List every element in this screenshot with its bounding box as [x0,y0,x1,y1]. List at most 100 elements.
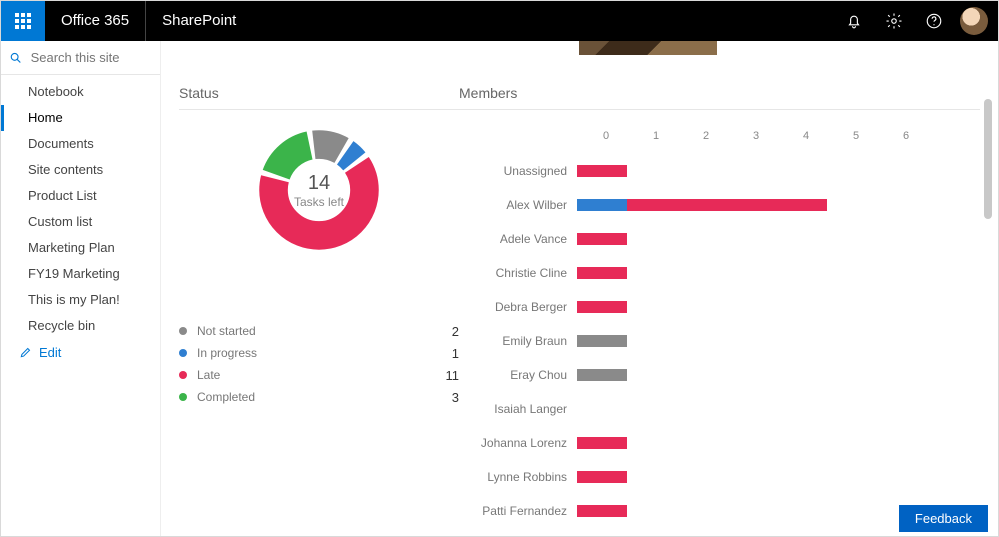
member-name: Lynne Robbins [459,470,577,484]
member-bars [577,233,980,245]
member-bars [577,437,980,449]
panels: Status 14 Tasks left Not started2In prog… [179,85,980,528]
help-button[interactable] [914,1,954,41]
pencil-icon [19,345,33,359]
member-bar-segment [577,369,627,381]
nav-item[interactable]: FY19 Marketing [1,261,160,287]
axis-tick: 4 [781,130,831,142]
legend-dot [179,327,187,335]
nav-item[interactable]: Site contents [1,157,160,183]
notifications-button[interactable] [834,1,874,41]
axis-tick: 3 [731,130,781,142]
member-name: Alex Wilber [459,198,577,212]
member-name: Debra Berger [459,300,577,314]
axis-tick: 1 [631,130,681,142]
member-bar-segment [577,437,627,449]
legend-label: Not started [197,324,435,338]
nav-item[interactable]: Custom list [1,209,160,235]
member-bar-segment [577,301,627,313]
page-body: NotebookHomeDocumentsSite contentsProduc… [1,41,998,536]
member-row: Isaiah Langer [459,392,980,426]
member-bar-segment [627,199,827,211]
member-name: Adele Vance [459,232,577,246]
legend-value: 3 [435,390,459,405]
legend-row: Completed3 [179,386,459,408]
member-bars [577,335,980,347]
nav-item[interactable]: Documents [1,131,160,157]
legend-value: 1 [435,346,459,361]
donut-label: Tasks left [294,195,344,209]
legend-row: Not started2 [179,320,459,342]
status-legend: Not started2In progress1Late11Completed3 [179,320,459,408]
app-launcher-button[interactable] [1,1,45,41]
members-panel: Members 0123456 UnassignedAlex WilberAde… [459,85,980,528]
member-bars [577,267,980,279]
status-donut-wrap: 14 Tasks left [179,130,459,250]
nav-item[interactable]: Recycle bin [1,313,160,339]
legend-dot [179,371,187,379]
nav-item[interactable]: Notebook [1,79,160,105]
member-row: Adele Vance [459,222,980,256]
axis-tick: 0 [581,130,631,142]
nav-edit-button[interactable]: Edit [1,339,160,365]
suite-header: Office 365 SharePoint [1,1,998,41]
member-name: Christie Cline [459,266,577,280]
waffle-icon [15,13,31,29]
site-nav: NotebookHomeDocumentsSite contentsProduc… [1,75,160,365]
member-name: Eray Chou [459,368,577,382]
member-row: Emily Braun [459,324,980,358]
app-label[interactable]: SharePoint [146,1,252,41]
gear-icon [885,12,903,30]
member-bars [577,165,980,177]
member-row: Eray Chou [459,358,980,392]
members-rows: UnassignedAlex WilberAdele VanceChristie… [459,154,980,528]
bell-icon [845,12,863,30]
scrollbar-thumb[interactable] [984,99,992,219]
nav-item[interactable]: Marketing Plan [1,235,160,261]
member-name: Patti Fernandez [459,504,577,518]
legend-label: Completed [197,390,435,404]
member-name: Johanna Lorenz [459,436,577,450]
member-bars [577,403,980,415]
legend-dot [179,393,187,401]
members-axis: 0123456 [581,130,980,142]
member-row: Lynne Robbins [459,460,980,494]
help-icon [925,12,943,30]
legend-row: Late11 [179,364,459,386]
nav-item[interactable]: Product List [1,183,160,209]
members-chart: 0123456 UnassignedAlex WilberAdele Vance… [459,130,980,528]
vertical-scrollbar[interactable] [984,99,994,529]
axis-tick: 6 [881,130,931,142]
status-panel: Status 14 Tasks left Not started2In prog… [179,85,459,528]
member-row: Johanna Lorenz [459,426,980,460]
member-row: Alex Wilber [459,188,980,222]
donut-number: 14 [308,172,330,195]
status-donut: 14 Tasks left [259,130,379,250]
member-row: Debra Berger [459,290,980,324]
member-bars [577,369,980,381]
legend-value: 11 [435,368,459,383]
member-bars [577,471,980,483]
user-avatar[interactable] [960,7,988,35]
members-title: Members [459,85,980,110]
member-name: Isaiah Langer [459,402,577,416]
member-bar-segment [577,199,627,211]
member-bar-segment [577,335,627,347]
member-bar-segment [577,505,627,517]
left-column: NotebookHomeDocumentsSite contentsProduc… [1,41,161,536]
nav-item[interactable]: This is my Plan! [1,287,160,313]
search-input[interactable] [31,50,152,65]
main-content: Status 14 Tasks left Not started2In prog… [161,41,998,536]
settings-button[interactable] [874,1,914,41]
nav-item[interactable]: Home [1,105,160,131]
member-bar-segment [577,267,627,279]
legend-row: In progress1 [179,342,459,364]
legend-value: 2 [435,324,459,339]
feedback-button[interactable]: Feedback [899,505,988,532]
donut-center: 14 Tasks left [259,130,379,250]
legend-dot [179,349,187,357]
axis-tick: 5 [831,130,881,142]
search-bar[interactable] [1,41,160,75]
member-bars [577,301,980,313]
brand-label[interactable]: Office 365 [45,1,146,41]
